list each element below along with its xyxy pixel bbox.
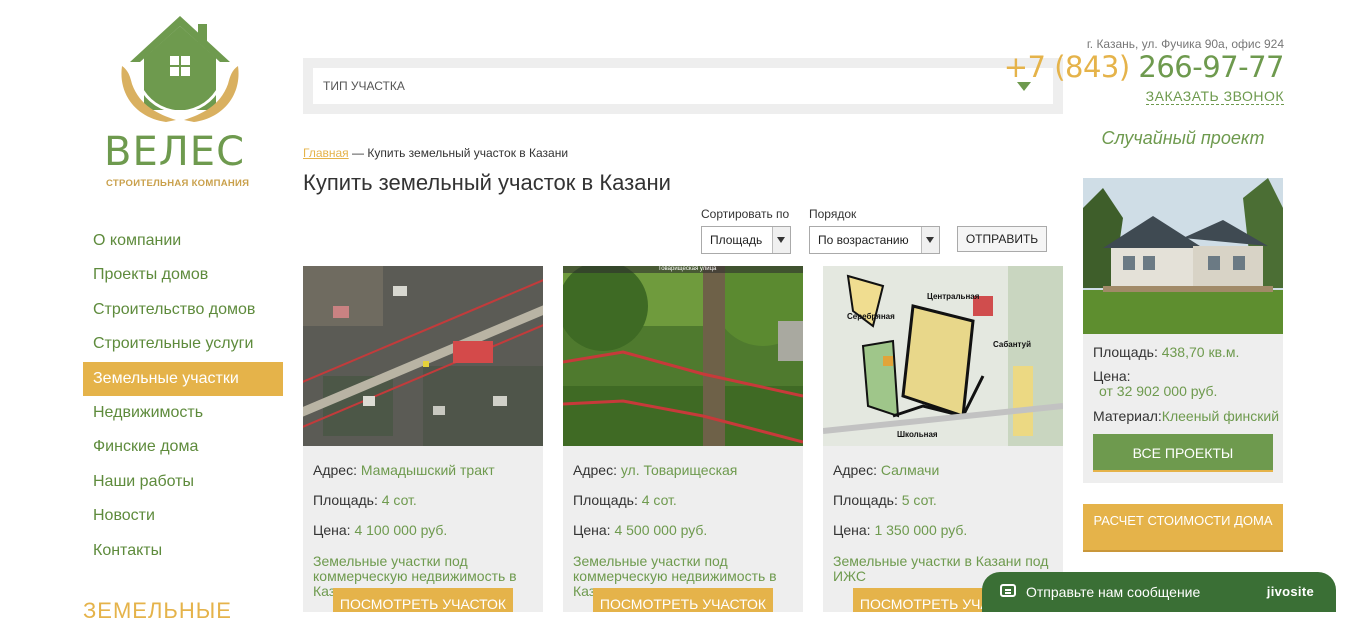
phone-code: +7 (843) — [1003, 50, 1130, 84]
nav-item-news[interactable]: Новости — [83, 499, 283, 533]
message-icon — [1000, 584, 1016, 597]
nav-item-finnish-houses[interactable]: Финские дома — [83, 430, 283, 464]
random-project-image[interactable] — [1083, 178, 1283, 334]
area-label: Площадь: — [1093, 344, 1158, 360]
calc-cost-button[interactable]: РАСЧЕТ СТОИМОСТИ ДОМА — [1083, 504, 1283, 552]
random-project-price-label: Цена: — [1093, 368, 1131, 384]
random-project-area: Площадь: 438,70 кв.м. — [1093, 344, 1239, 360]
breadcrumb-home-link[interactable]: Главная — [303, 146, 349, 160]
plot-area: Площадь: 4 сот. — [313, 492, 417, 508]
chat-text: Отправьте нам сообщение — [1026, 584, 1201, 600]
sort-by-value: Площадь — [710, 233, 763, 247]
chat-widget[interactable]: Отправьте нам сообщение jivosite — [982, 572, 1336, 612]
plot-address: Адрес: ул. Товарищеская — [573, 462, 737, 478]
plot-card: Центральная Серебряная Сабантуй Школьная… — [823, 266, 1063, 612]
map-label: Центральная — [927, 292, 980, 301]
random-project-price: от 32 902 000 руб. — [1099, 383, 1217, 399]
order-label: Порядок — [809, 207, 857, 221]
random-project-material: Материал:Клееный финский — [1093, 408, 1279, 424]
nav-item-land-plots[interactable]: Земельные участки — [83, 361, 283, 396]
logo-brand: ВЕЛЕС — [104, 129, 245, 175]
area-value: 4 сот. — [641, 492, 677, 508]
breadcrumb-separator: — — [352, 146, 365, 160]
order-value: По возрастанию — [818, 233, 909, 247]
nav-item-house-construction[interactable]: Строительство домов — [83, 293, 283, 327]
sidebar-section-heading: ЗЕМЕЛЬНЫЕ — [83, 598, 232, 623]
chat-brand: jivosite — [1266, 584, 1314, 599]
price-value: 4 100 000 руб. — [354, 522, 448, 538]
street-label: Товарищеская улица — [658, 266, 717, 272]
house-hands-icon — [121, 16, 239, 122]
nav-item-contacts[interactable]: Контакты — [83, 534, 283, 568]
plot-area: Площадь: 5 сот. — [833, 492, 937, 508]
page-title: Купить земельный участок в Казани — [303, 170, 671, 195]
price-value: 1 350 000 руб. — [874, 522, 968, 538]
logo-subtitle: СТРОИТЕЛЬНАЯ КОМПАНИЯ — [106, 178, 250, 189]
nav-item-about[interactable]: О компании — [83, 224, 283, 258]
random-project-card: Площадь: 438,70 кв.м. Цена: от 32 902 00… — [1083, 178, 1283, 483]
breadcrumb-current: Купить земельный участок в Казани — [367, 146, 569, 160]
nav-item-construction-services[interactable]: Строительные услуги — [83, 327, 283, 361]
address-value: Мамадышский тракт — [360, 462, 495, 478]
contact-address: г. Казань, ул. Фучика 90а, офис 924 — [1086, 37, 1284, 51]
plot-card: Товарищеская улица Адрес: ул. Товарищеск… — [563, 266, 803, 612]
address-value: Салмачи — [880, 462, 940, 478]
plot-type-placeholder: ТИП УЧАСТКА — [323, 79, 405, 93]
contact-phone[interactable]: +7 (843) 266-97-77 — [1003, 50, 1285, 84]
plot-price: Цена: 1 350 000 руб. — [833, 522, 967, 538]
map-label: Школьная — [897, 430, 938, 439]
plot-card: Адрес: Мамадышский тракт Площадь: 4 сот.… — [303, 266, 543, 612]
area-label: Площадь: — [313, 492, 378, 508]
plot-price: Цена: 4 500 000 руб. — [573, 522, 707, 538]
breadcrumb: Главная — Купить земельный участок в Каз… — [303, 146, 568, 160]
address-label: Адрес: — [833, 462, 877, 478]
filter-bar: ТИП УЧАСТКА — [303, 58, 1063, 114]
nav-item-real-estate[interactable]: Недвижимость — [83, 396, 283, 430]
sort-by-label: Сортировать по — [701, 207, 790, 221]
nav-item-house-projects[interactable]: Проекты домов — [83, 258, 283, 292]
address-value: ул. Товарищеская — [620, 462, 738, 478]
address-label: Адрес: — [313, 462, 357, 478]
all-projects-button[interactable]: ВСЕ ПРОЕКТЫ — [1093, 434, 1273, 472]
plot-address: Адрес: Мамадышский тракт — [313, 462, 495, 478]
plot-address: Адрес: Салмачи — [833, 462, 939, 478]
plot-price: Цена: 4 100 000 руб. — [313, 522, 447, 538]
plot-area: Площадь: 4 сот. — [573, 492, 677, 508]
callback-link[interactable]: ЗАКАЗАТЬ ЗВОНОК — [1145, 88, 1284, 105]
address-label: Адрес: — [573, 462, 617, 478]
price-label: Цена: — [833, 522, 871, 538]
plot-type-select[interactable]: ТИП УЧАСТКА — [313, 68, 1053, 104]
nav-item-our-works[interactable]: Наши работы — [83, 465, 283, 499]
plot-image-satellite[interactable] — [303, 266, 543, 446]
area-value: 4 сот. — [381, 492, 417, 508]
phone-number: 266-97-77 — [1138, 50, 1284, 84]
price-label: Цена: — [573, 522, 611, 538]
map-label: Серебряная — [847, 312, 895, 321]
area-label: Площадь: — [833, 492, 898, 508]
material-label: Материал: — [1093, 408, 1162, 424]
price-value: 4 500 000 руб. — [614, 522, 708, 538]
view-plot-button[interactable]: ПОСМОТРЕТЬ УЧАСТОК — [593, 588, 773, 612]
submit-button[interactable]: ОТПРАВИТЬ — [957, 226, 1047, 252]
random-project-title: Случайный проект — [1101, 128, 1265, 148]
map-label: Сабантуй — [993, 340, 1032, 349]
view-plot-button[interactable]: ПОСМОТРЕТЬ УЧАСТОК — [333, 588, 513, 612]
chevron-down-icon — [921, 227, 939, 253]
material-value: Клееный финский — [1161, 408, 1280, 424]
area-value: 5 сот. — [901, 492, 937, 508]
chevron-down-icon — [772, 227, 790, 253]
area-label: Площадь: — [573, 492, 638, 508]
plot-image-street[interactable]: Товарищеская улица — [563, 266, 803, 446]
price-label: Цена: — [313, 522, 351, 538]
price-value: от 32 902 000 руб. — [1099, 383, 1218, 399]
sort-by-select[interactable]: Площадь — [701, 226, 791, 254]
area-value: 438,70 кв.м. — [1161, 344, 1240, 360]
order-select[interactable]: По возрастанию — [809, 226, 940, 254]
company-logo[interactable]: ВЕЛЕС СТРОИТЕЛЬНАЯ КОМПАНИЯ — [100, 14, 260, 194]
sidebar-nav: О компании Проекты домов Строительство д… — [83, 224, 283, 568]
plot-image-plan[interactable]: Центральная Серебряная Сабантуй Школьная — [823, 266, 1063, 446]
